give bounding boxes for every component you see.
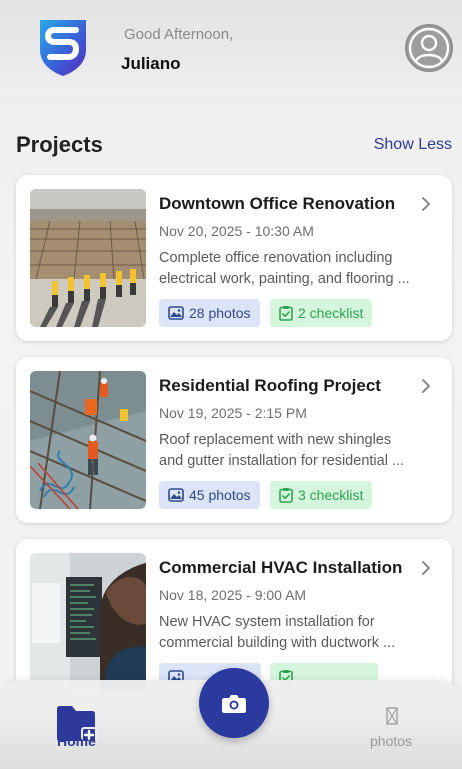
photos-badge[interactable]: 28 photos [159,299,260,327]
camera-icon [222,695,246,713]
image-icon [168,306,184,320]
avatar[interactable] [405,24,453,72]
project-thumbnail [30,371,146,509]
description-line: electrical work, painting, and flooring … [159,271,410,287]
checklist-badge[interactable]: 3 checklist [270,481,373,509]
project-title: Residential Roofing Project [159,376,381,395]
project-description: Roof replacement with new shingles and g… [159,430,439,472]
user-avatar-icon [408,27,450,69]
nav-home-label[interactable]: Home [57,733,96,749]
project-thumbnail [30,553,146,691]
project-description: New HVAC system installation for commerc… [159,612,439,654]
checklist-count: 2 checklist [298,305,364,321]
project-card[interactable]: Downtown Office Renovation Nov 20, 2025 … [16,175,452,341]
description-line: and gutter installation for residential … [159,453,405,469]
user-name: Juliano [121,54,181,73]
project-date: Nov 19, 2025 - 2:15 PM [159,405,307,421]
description-line: Complete office renovation including [159,250,393,266]
greeting-text: Good Afternoon, [124,26,234,43]
chevron-right-icon[interactable] [420,195,432,213]
clipboard-check-icon [279,306,293,321]
description-line: commercial building with ductwork ... [159,635,396,651]
chevron-right-icon[interactable] [420,377,432,395]
logo-icon [40,20,86,76]
photos-count: 28 photos [189,305,251,321]
project-card[interactable]: Residential Roofing Project Nov 19, 2025… [16,357,452,523]
project-title: Downtown Office Renovation [159,194,396,213]
clipboard-check-icon [279,488,293,503]
checklist-count: 3 checklist [298,487,364,503]
project-description: Complete office renovation including ele… [159,248,439,290]
app-header: Good Afternoon, Juliano [0,0,462,100]
project-title: Commercial HVAC Installation [159,558,403,577]
description-line: Roof replacement with new shingles [159,432,392,448]
chevron-right-icon[interactable] [420,559,432,577]
project-thumbnail [30,189,146,327]
section-title: Projects [16,132,103,157]
project-date: Nov 18, 2025 - 9:00 AM [159,587,307,603]
description-line: New HVAC system installation for [159,614,375,630]
project-date: Nov 20, 2025 - 10:30 AM [159,223,314,239]
photos-badge[interactable]: 45 photos [159,481,260,509]
checklist-badge[interactable]: 2 checklist [270,299,373,327]
nav-photos-label[interactable]: photos [370,733,412,749]
camera-button[interactable] [199,668,269,738]
image-icon [168,488,184,502]
show-less-link[interactable]: Show Less [374,136,452,154]
photos-count: 45 photos [189,487,251,503]
